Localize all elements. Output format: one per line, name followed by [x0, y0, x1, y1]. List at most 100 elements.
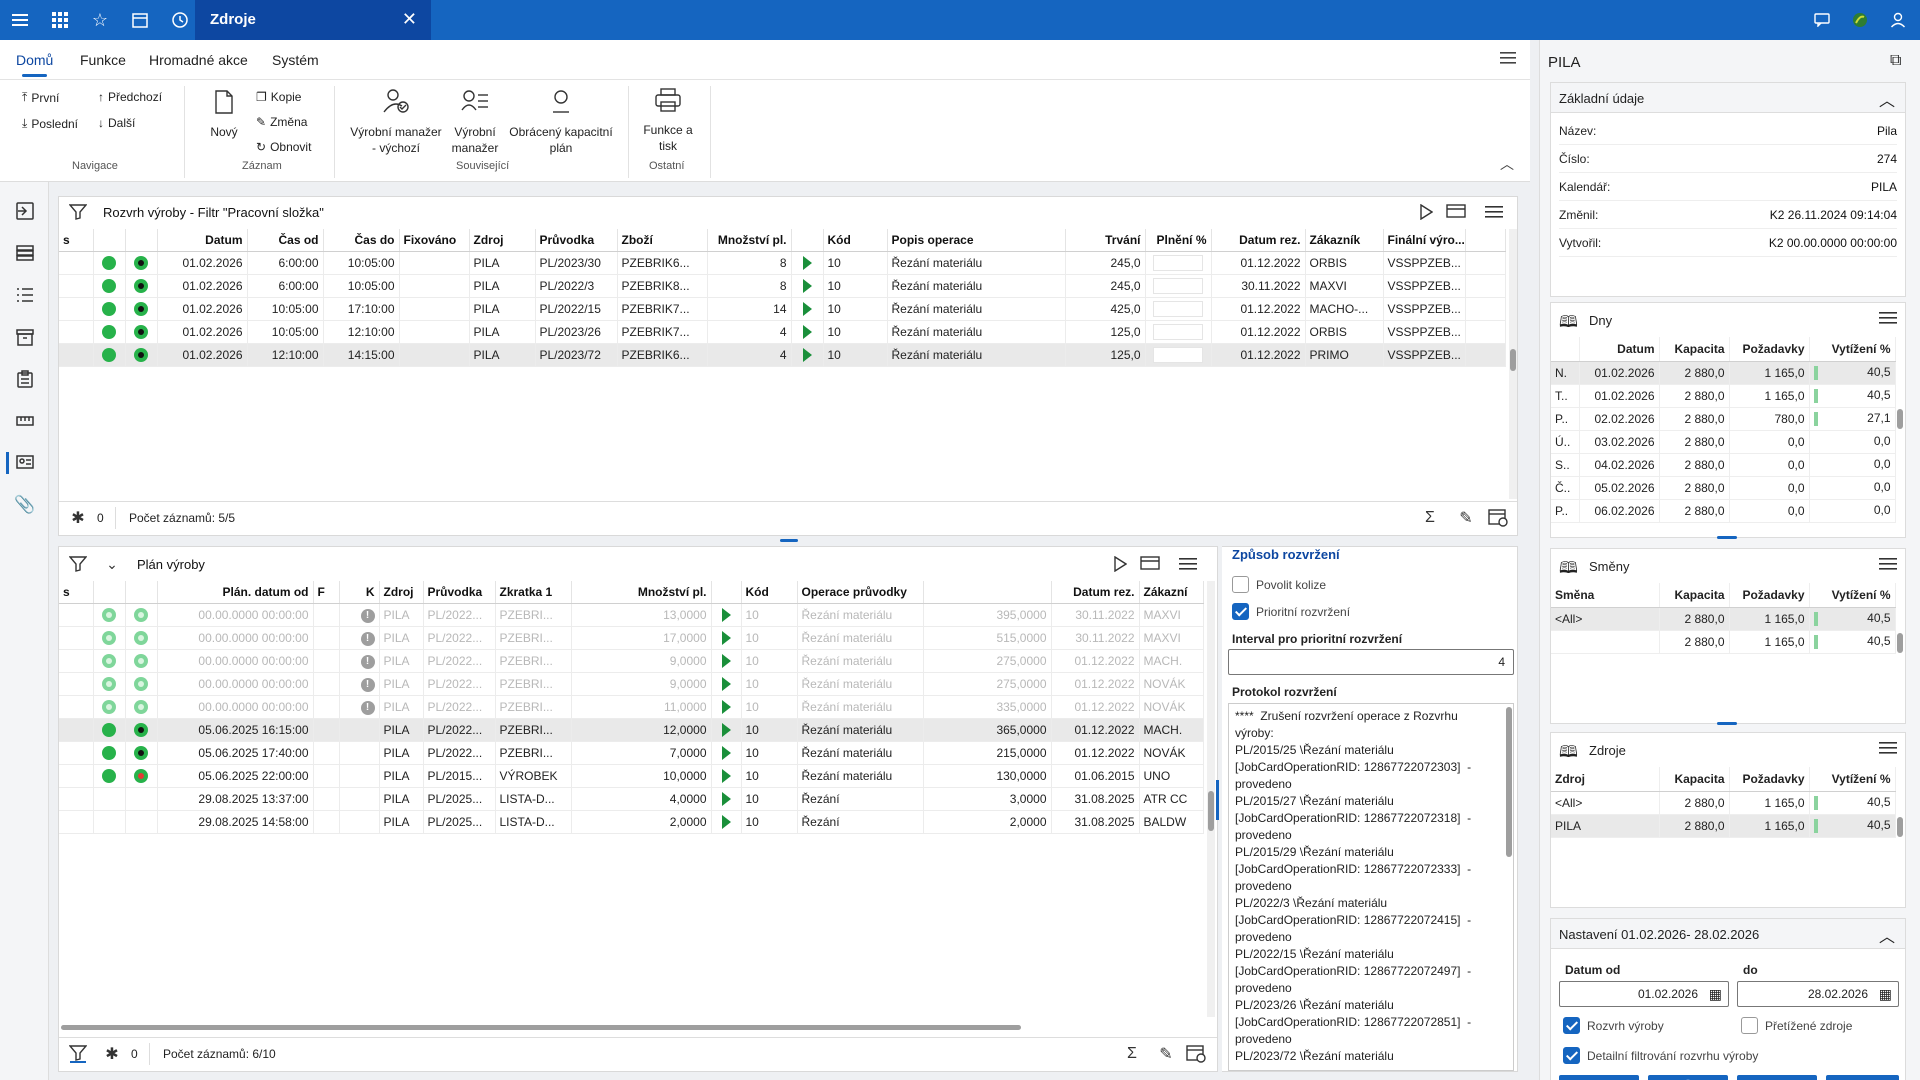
column-header[interactable]: Kód	[823, 229, 888, 252]
column-header[interactable]: Množství pl.	[571, 581, 712, 604]
column-header[interactable]: Kapacita	[1659, 767, 1730, 792]
filter-active-icon[interactable]	[67, 1043, 89, 1065]
column-header[interactable]: Vytížení %	[1809, 337, 1896, 362]
snowflake-icon[interactable]: ✱	[101, 1043, 123, 1065]
column-header[interactable]: F	[313, 581, 340, 604]
table-row[interactable]: S.. 04.02.2026 2 880,0 0,0 0,0	[1551, 453, 1896, 477]
edit-icon[interactable]: ✎	[1155, 1043, 1177, 1065]
ruler-icon[interactable]	[12, 408, 38, 434]
column-header[interactable]: Datum	[157, 229, 248, 252]
last-button[interactable]: ⤓ Poslední	[22, 116, 78, 131]
column-header[interactable]: Zdroj	[379, 581, 424, 604]
column-header[interactable]: Operace průvodky	[797, 581, 924, 604]
log-textarea[interactable]: **** Zrušení rozvržení operace z Rozvrhu…	[1228, 703, 1514, 1071]
plan-scrollbar[interactable]	[1207, 581, 1215, 1017]
table-row[interactable]: 29.08.2025 14:58:00 PILA PL/2025... LISTA-D…	[59, 810, 1204, 834]
table-row[interactable]: 00.00.0000 00:00:00! PILA PL/2022... PZEBRI…	[59, 626, 1204, 650]
column-header[interactable]	[923, 581, 1052, 604]
previous-button[interactable]: ↑ Předchozí	[98, 90, 162, 104]
column-header[interactable]: Plnění %	[1145, 229, 1212, 252]
collapse-ribbon-icon[interactable]: ︿	[1500, 154, 1514, 174]
column-header[interactable]	[791, 229, 824, 252]
star-icon[interactable]: ☆	[88, 8, 112, 32]
collapse-icon[interactable]: ︿	[1879, 923, 1895, 947]
table-row[interactable]: 01.02.2026 10:05:00 12:10:00 PILA PL/2023/26…	[59, 320, 1506, 344]
column-header[interactable]: s	[59, 229, 94, 252]
apps-grid-icon[interactable]	[48, 8, 72, 32]
table-row[interactable]: 05.06.2025 22:00:00 PILA PL/2015... VÝROBEK…	[59, 764, 1204, 788]
schedule-checkbox[interactable]	[1563, 1017, 1580, 1035]
tab-funkce[interactable]: Funkce	[80, 52, 126, 68]
tab-domu[interactable]: Domů	[16, 52, 53, 77]
paperclip-icon[interactable]: 📎	[12, 492, 38, 518]
table-row[interactable]: P.. 06.02.2026 2 880,0 0,0 0,0	[1551, 499, 1896, 523]
splitter-handle[interactable]	[780, 539, 798, 542]
detail-filter-checkbox[interactable]	[1563, 1047, 1580, 1065]
column-header[interactable]: Požadavky	[1729, 767, 1810, 792]
table-row[interactable]: 00.00.0000 00:00:00! PILA PL/2022... PZEBRI…	[59, 649, 1204, 673]
column-header[interactable]: Zákazník	[1305, 229, 1384, 252]
column-header[interactable]: Průvodka	[535, 229, 618, 252]
leaf-icon[interactable]	[1848, 8, 1872, 32]
user-icon[interactable]	[1886, 8, 1910, 32]
history-icon[interactable]	[168, 8, 192, 32]
shifts-scrollbar[interactable]	[1896, 583, 1904, 719]
archive-icon[interactable]	[12, 324, 38, 350]
copy-button[interactable]: ❐ Kopie	[256, 90, 301, 104]
column-header[interactable]: Množství pl.	[707, 229, 792, 252]
plan-horizontal-scrollbar[interactable]	[61, 1025, 1021, 1030]
column-header[interactable]: Zdroj	[1551, 767, 1660, 792]
column-header[interactable]: Směna	[1551, 583, 1660, 608]
view-settings-icon[interactable]	[1445, 201, 1467, 223]
expand-panel-icon[interactable]	[12, 198, 38, 224]
production-manager-button[interactable]: Výrobní manažer	[448, 88, 502, 156]
table-row[interactable]: 00.00.0000 00:00:00! PILA PL/2022... PZEBRI…	[59, 695, 1204, 719]
table-row[interactable]: Ú.. 03.02.2026 2 880,0 0,0 0,0	[1551, 430, 1896, 454]
collapse-icon[interactable]: ︿	[1879, 87, 1895, 111]
panel-menu-icon[interactable]	[1177, 553, 1199, 575]
column-header[interactable]: Datum	[1579, 337, 1660, 362]
column-header[interactable]: Popis operace	[887, 229, 1066, 252]
hamburger-icon[interactable]	[8, 8, 32, 32]
list-icon[interactable]	[12, 282, 38, 308]
sum-icon[interactable]: Σ	[1419, 507, 1441, 529]
grid-settings-icon[interactable]	[1487, 507, 1509, 529]
sources-scrollbar[interactable]	[1896, 767, 1904, 903]
chevron-down-icon[interactable]: ⌄	[101, 553, 123, 575]
column-header[interactable]	[93, 229, 126, 252]
table-row[interactable]: <All> 2 880,0 1 165,0 40,5	[1551, 791, 1896, 815]
date-to-input[interactable]: 28.02.2026 ▦	[1737, 981, 1899, 1007]
schedule-scrollbar[interactable]	[1509, 229, 1517, 499]
table-row[interactable]: 01.02.2026 12:10:00 14:15:00 PILA PL/2023/72…	[59, 343, 1506, 367]
column-header[interactable]: Kapacita	[1659, 337, 1730, 362]
column-header[interactable]	[125, 229, 158, 252]
shifts-menu-icon[interactable]	[1879, 557, 1897, 574]
column-header[interactable]: Čas do	[323, 229, 400, 252]
overloaded-checkbox[interactable]	[1741, 1017, 1758, 1035]
table-row[interactable]: 29.08.2025 13:37:00 PILA PL/2025... LISTA-D…	[59, 787, 1204, 811]
filter-icon[interactable]	[67, 553, 89, 575]
column-header[interactable]: Kód	[741, 581, 798, 604]
tab-hromadne-akce[interactable]: Hromadné akce	[149, 52, 248, 68]
resource-card-icon[interactable]	[6, 450, 38, 476]
clipboard-icon[interactable]	[12, 366, 38, 392]
column-header[interactable]	[1465, 229, 1506, 252]
new-button[interactable]: Nový	[206, 90, 242, 140]
filter-icon[interactable]	[67, 201, 89, 223]
reverse-capacity-plan-button[interactable]: Obrácený kapacitní plán	[508, 88, 614, 156]
column-header[interactable]	[1551, 337, 1580, 362]
column-header[interactable]: Požadavky	[1729, 583, 1810, 608]
database-icon[interactable]	[12, 240, 38, 266]
tab-zdroje[interactable]: Zdroje ✕	[195, 0, 431, 40]
minute-button[interactable]: m	[1826, 1075, 1899, 1080]
column-header[interactable]	[125, 581, 158, 604]
table-row[interactable]: P.. 02.02.2026 2 880,0 780,0 27,1	[1551, 407, 1896, 431]
column-header[interactable]: Požadavky	[1729, 337, 1810, 362]
sources-menu-icon[interactable]	[1879, 741, 1897, 758]
close-tab-icon[interactable]: ✕	[402, 9, 417, 30]
view-settings-icon[interactable]	[1139, 553, 1161, 575]
table-row[interactable]: Č.. 05.02.2026 2 880,0 0,0 0,0	[1551, 476, 1896, 500]
table-row[interactable]: 05.06.2025 17:40:00 PILA PL/2022... PZEBRI.…	[59, 741, 1204, 765]
refresh-button[interactable]: ↻ Obnovit	[256, 140, 311, 154]
tab-system[interactable]: Systém	[272, 52, 319, 68]
